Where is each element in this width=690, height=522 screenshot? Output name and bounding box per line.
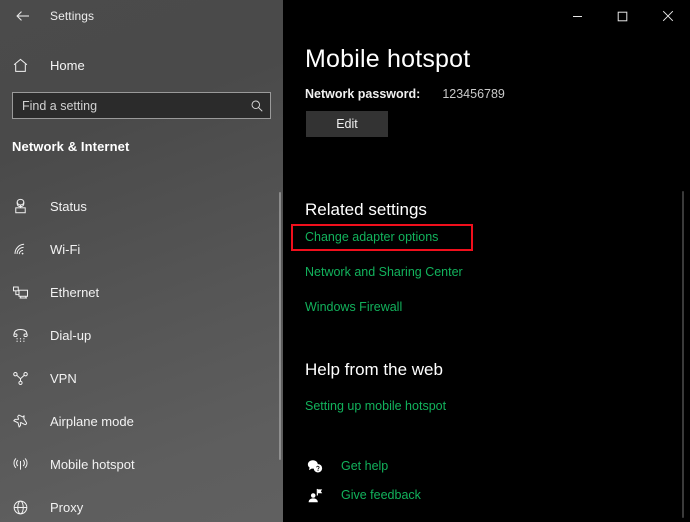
get-help-row[interactable]: Get help xyxy=(305,457,388,475)
main-scrollbar[interactable] xyxy=(682,191,684,518)
titlebar-left: Settings xyxy=(0,0,283,32)
wifi-icon xyxy=(12,241,40,258)
home-icon xyxy=(12,57,40,74)
sidebar-item-label: Airplane mode xyxy=(50,414,134,429)
sidebar-item-label: VPN xyxy=(50,371,77,386)
sidebar-item-wifi[interactable]: Wi-Fi xyxy=(0,228,283,271)
window-controls xyxy=(555,0,690,32)
sidebar-item-vpn[interactable]: VPN xyxy=(0,357,283,400)
mobile-hotspot-icon xyxy=(12,456,40,473)
settings-window: Settings Home Network & Internet xyxy=(0,0,690,522)
window-title: Settings xyxy=(50,9,95,23)
sidebar-scrollbar[interactable] xyxy=(279,192,281,460)
network-password-value: 123456789 xyxy=(442,87,505,101)
maximize-icon[interactable] xyxy=(600,0,645,32)
main-content: Mobile hotspot Network password: 1234567… xyxy=(283,0,690,522)
sidebar-item-dial-up[interactable]: Dial-up xyxy=(0,314,283,357)
sidebar-item-proxy[interactable]: Proxy xyxy=(0,486,283,522)
sidebar-item-label: Wi-Fi xyxy=(50,242,81,257)
search-box[interactable] xyxy=(12,92,271,119)
sidebar-item-status[interactable]: Status xyxy=(0,185,283,228)
feedback-person-icon xyxy=(305,486,325,504)
network-status-icon xyxy=(12,198,40,215)
network-password-row: Network password: 123456789 xyxy=(305,87,505,101)
ethernet-icon xyxy=(12,284,40,301)
sidebar-item-home[interactable]: Home xyxy=(0,50,283,80)
sidebar-item-label: Proxy xyxy=(50,500,84,515)
sidebar-nav-list: Status Wi-Fi Ethernet Dial-up VPN Airpla… xyxy=(0,185,283,522)
sidebar-item-ethernet[interactable]: Ethernet xyxy=(0,271,283,314)
sidebar-item-label: Dial-up xyxy=(50,328,92,343)
sidebar-item-home-label: Home xyxy=(50,57,85,73)
sidebar: Settings Home Network & Internet xyxy=(0,0,283,522)
give-feedback-label: Give feedback xyxy=(341,488,421,502)
sidebar-item-label: Ethernet xyxy=(50,285,100,300)
link-change-adapter-options[interactable]: Change adapter options xyxy=(305,230,438,244)
sidebar-section-title: Network & Internet xyxy=(12,139,130,154)
sidebar-item-airplane-mode[interactable]: Airplane mode xyxy=(0,400,283,443)
link-windows-firewall[interactable]: Windows Firewall xyxy=(305,300,402,314)
link-setting-up-mobile-hotspot[interactable]: Setting up mobile hotspot xyxy=(305,399,446,413)
search-input[interactable] xyxy=(22,98,250,113)
page-title: Mobile hotspot xyxy=(305,45,471,73)
close-icon[interactable] xyxy=(645,0,690,32)
sidebar-item-label: Status xyxy=(50,199,87,214)
vpn-icon xyxy=(12,370,40,387)
back-arrow-icon[interactable] xyxy=(0,0,46,32)
globe-proxy-icon xyxy=(12,499,40,516)
help-bubble-icon xyxy=(305,457,325,475)
link-network-and-sharing-center[interactable]: Network and Sharing Center xyxy=(305,265,463,279)
minimize-icon[interactable] xyxy=(555,0,600,32)
search-icon[interactable] xyxy=(250,99,264,113)
give-feedback-row[interactable]: Give feedback xyxy=(305,486,421,504)
sidebar-item-mobile-hotspot[interactable]: Mobile hotspot xyxy=(0,443,283,486)
related-settings-heading: Related settings xyxy=(305,200,427,219)
sidebar-item-label: Mobile hotspot xyxy=(50,457,135,472)
dialup-phone-icon xyxy=(12,327,40,344)
airplane-icon xyxy=(12,413,40,430)
network-password-label: Network password: xyxy=(305,87,421,101)
help-from-the-web-heading: Help from the web xyxy=(305,360,443,379)
get-help-label: Get help xyxy=(341,459,389,473)
edit-button[interactable]: Edit xyxy=(306,111,388,137)
